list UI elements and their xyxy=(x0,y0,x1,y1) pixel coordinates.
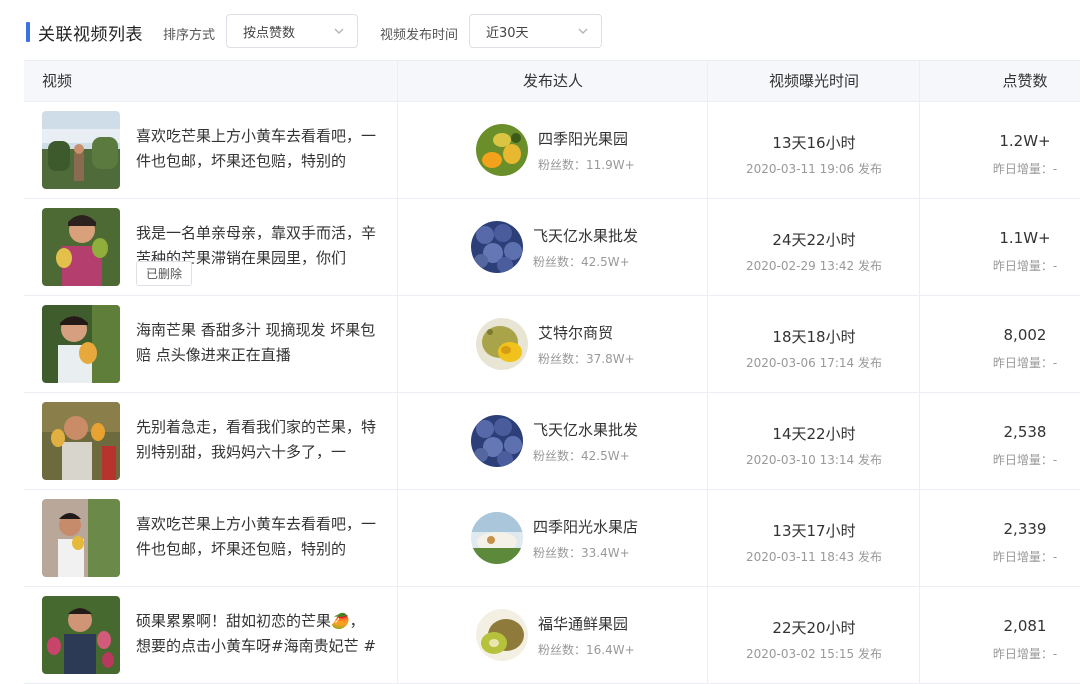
publish-date: 2020-03-06 17:14 发布 xyxy=(746,356,882,370)
table-row[interactable]: 喜欢吃芒果上方小黄车去看看吧，一件也包邮，坏果还包赔，特别的 四季阳光果园 粉丝… xyxy=(24,102,1080,199)
publish-date: 2020-03-10 13:14 发布 xyxy=(746,453,882,467)
likes-count: 1.2W+ xyxy=(999,132,1051,150)
exposure-duration: 14天22小时 xyxy=(772,425,856,443)
video-title[interactable]: 喜欢吃芒果上方小黄车去看看吧，一件也包邮，坏果还包赔，特别的 xyxy=(136,512,376,562)
column-divider xyxy=(397,587,398,683)
likes-count: 2,081 xyxy=(1003,617,1047,635)
video-title[interactable]: 硕果累累啊！甜如初恋的芒果🥭，想要的点击小黄车呀#海南贵妃芒 # xyxy=(136,609,376,659)
column-header-video: 视频 xyxy=(42,72,73,90)
creator-name[interactable]: 四季阳光果园 xyxy=(538,128,628,149)
creator-name[interactable]: 四季阳光水果店 xyxy=(533,516,638,537)
video-thumbnail[interactable] xyxy=(42,499,120,577)
column-divider xyxy=(397,296,398,392)
video-thumbnail[interactable] xyxy=(42,305,120,383)
title-accent-bar xyxy=(26,22,30,42)
video-thumbnail[interactable] xyxy=(42,402,120,480)
column-header-likes: 点赞数 xyxy=(1002,72,1048,90)
publish-time-select-value: 近30天 xyxy=(486,25,529,41)
video-title[interactable]: 海南芒果 香甜多汁 现摘现发 坏果包赔 点头像进来正在直播 xyxy=(136,318,376,368)
creator-name[interactable]: 飞天亿水果批发 xyxy=(533,419,638,440)
creator-name[interactable]: 福华通鲜果园 xyxy=(538,613,628,634)
sort-label: 排序方式 xyxy=(163,28,216,43)
page-title: 关联视频列表 xyxy=(38,25,143,45)
creator-avatar[interactable] xyxy=(476,318,528,370)
yesterday-increase: 昨日增量：- xyxy=(992,647,1058,661)
table-row[interactable]: 硕果累累啊！甜如初恋的芒果🥭，想要的点击小黄车呀#海南贵妃芒 # 福华通鲜果园 … xyxy=(24,587,1080,684)
fans-count: 粉丝数：16.4W+ xyxy=(538,643,635,657)
table-row[interactable]: 先别着急走，看看我们家的芒果，特别特别甜，我妈妈六十多了，一 飞天亿水果批发 粉… xyxy=(24,393,1080,490)
sort-select[interactable]: 按点赞数 xyxy=(226,14,358,48)
chevron-down-icon xyxy=(578,28,588,34)
fans-count: 粉丝数：42.5W+ xyxy=(533,449,630,463)
yesterday-increase: 昨日增量：- xyxy=(992,550,1058,564)
likes-count: 2,538 xyxy=(1003,423,1047,441)
column-divider xyxy=(397,393,398,489)
publish-date: 2020-03-11 18:43 发布 xyxy=(746,550,882,564)
table-row[interactable]: 海南芒果 香甜多汁 现摘现发 坏果包赔 点头像进来正在直播 艾特尔商贸 粉丝数：… xyxy=(24,296,1080,393)
column-header-creator: 发布达人 xyxy=(522,72,583,90)
yesterday-increase: 昨日增量：- xyxy=(992,162,1058,176)
chevron-down-icon xyxy=(334,28,344,34)
video-table: 视频 发布达人 视频曝光时间 点赞数 喜欢吃芒果上方小黄车去看看吧，一件也包邮，… xyxy=(24,60,1080,684)
yesterday-increase: 昨日增量：- xyxy=(992,259,1058,273)
exposure-duration: 13天16小时 xyxy=(772,134,856,152)
column-divider xyxy=(397,490,398,586)
creator-avatar[interactable] xyxy=(471,221,523,273)
exposure-duration: 18天18小时 xyxy=(772,328,856,346)
likes-count: 2,339 xyxy=(1003,520,1047,538)
creator-avatar[interactable] xyxy=(476,124,528,176)
publish-time-label: 视频发布时间 xyxy=(380,28,459,43)
yesterday-increase: 昨日增量：- xyxy=(992,356,1058,370)
toolbar: 关联视频列表 排序方式 按点赞数 视频发布时间 近30天 xyxy=(0,0,1080,64)
table-header: 视频 发布达人 视频曝光时间 点赞数 xyxy=(24,61,1080,102)
creator-avatar[interactable] xyxy=(471,415,523,467)
publish-time-select[interactable]: 近30天 xyxy=(469,14,602,48)
publish-date: 2020-03-11 19:06 发布 xyxy=(746,162,882,176)
fans-count: 粉丝数：33.4W+ xyxy=(533,546,630,560)
creator-avatar[interactable] xyxy=(471,512,523,564)
publish-date: 2020-02-29 13:42 发布 xyxy=(746,259,882,273)
video-title[interactable]: 喜欢吃芒果上方小黄车去看看吧，一件也包邮，坏果还包赔，特别的 xyxy=(136,124,376,174)
column-divider xyxy=(397,102,398,198)
exposure-duration: 24天22小时 xyxy=(772,231,856,249)
creator-avatar[interactable] xyxy=(476,609,528,661)
column-divider xyxy=(707,61,708,101)
fans-count: 粉丝数：37.8W+ xyxy=(538,352,635,366)
table-row[interactable]: 喜欢吃芒果上方小黄车去看看吧，一件也包邮，坏果还包赔，特别的 四季阳光水果店 粉… xyxy=(24,490,1080,587)
creator-name[interactable]: 飞天亿水果批发 xyxy=(533,225,638,246)
exposure-duration: 13天17小时 xyxy=(772,522,856,540)
likes-count: 8,002 xyxy=(1003,326,1047,344)
publish-date: 2020-03-02 15:15 发布 xyxy=(746,647,882,661)
video-title[interactable]: 先别着急走，看看我们家的芒果，特别特别甜，我妈妈六十多了，一 xyxy=(136,415,376,465)
deleted-badge: 已删除 xyxy=(136,261,193,286)
column-header-exposure: 视频曝光时间 xyxy=(768,72,859,90)
table-row[interactable]: 我是一名单亲母亲，靠双手而活，辛苦种的芒果滞销在果园里，你们 已删除 飞天亿水果… xyxy=(24,199,1080,296)
column-divider xyxy=(919,61,920,101)
fans-count: 粉丝数：42.5W+ xyxy=(533,255,630,269)
creator-name[interactable]: 艾特尔商贸 xyxy=(538,322,613,343)
yesterday-increase: 昨日增量：- xyxy=(992,453,1058,467)
fans-count: 粉丝数：11.9W+ xyxy=(538,158,635,172)
column-divider xyxy=(397,61,398,101)
exposure-duration: 22天20小时 xyxy=(772,619,856,637)
column-divider xyxy=(397,199,398,295)
video-thumbnail[interactable] xyxy=(42,208,120,286)
video-thumbnail[interactable] xyxy=(42,111,120,189)
video-thumbnail[interactable] xyxy=(42,596,120,674)
sort-select-value: 按点赞数 xyxy=(243,25,296,41)
likes-count: 1.1W+ xyxy=(999,229,1051,247)
